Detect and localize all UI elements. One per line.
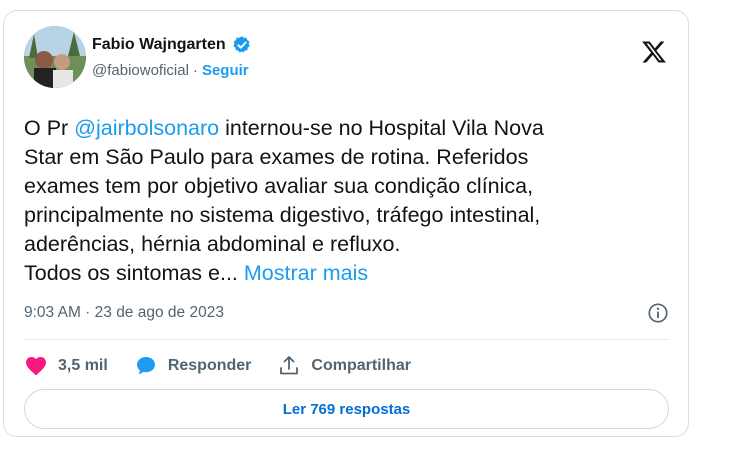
author-name[interactable]: Fabio Wajngarten xyxy=(92,36,226,54)
speech-bubble-icon xyxy=(136,357,155,375)
divider xyxy=(24,339,670,340)
share-button[interactable]: Compartilhar xyxy=(277,354,411,378)
tweet-text-main: internou-se no Hospital Vila Nova Star e… xyxy=(24,116,544,285)
author-handle[interactable]: @fabiowoficial xyxy=(92,62,189,79)
tweet-timestamp[interactable]: 9:03 AM · 23 de ago de 2023 xyxy=(24,304,224,322)
like-button[interactable]: 3,5 mil xyxy=(24,354,108,378)
verified-badge-icon xyxy=(233,36,250,53)
tweet-text: O Pr @jairbolsonaro internou-se no Hospi… xyxy=(24,114,644,288)
handle-row: @fabiowoficial · Seguir xyxy=(92,62,249,79)
info-icon[interactable] xyxy=(647,302,669,324)
share-label: Compartilhar xyxy=(311,357,411,374)
follow-button[interactable]: Seguir xyxy=(202,62,249,79)
show-more-link[interactable]: Mostrar mais xyxy=(244,261,368,285)
read-replies-button[interactable]: Ler 769 respostas xyxy=(24,389,669,429)
share-icon xyxy=(280,356,299,375)
tweet-text-prefix: O Pr xyxy=(24,116,75,140)
heart-icon xyxy=(26,357,46,376)
handle-separator: · xyxy=(192,62,198,79)
author-name-row: Fabio Wajngarten xyxy=(92,35,252,55)
avatar[interactable] xyxy=(24,26,86,88)
mention-link[interactable]: @jairbolsonaro xyxy=(74,116,219,140)
like-count: 3,5 mil xyxy=(58,357,108,374)
tweet-card: Fabio Wajngarten @fabiowoficial · Seguir… xyxy=(3,10,689,437)
reply-label: Responder xyxy=(167,357,252,374)
action-bar: 3,5 mil Responder Compartilhar xyxy=(24,354,437,378)
x-logo-icon[interactable] xyxy=(641,39,667,65)
reply-button[interactable]: Responder xyxy=(134,354,252,378)
